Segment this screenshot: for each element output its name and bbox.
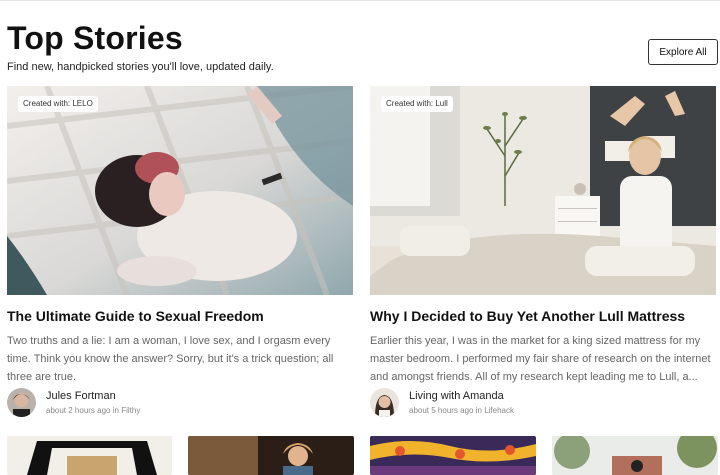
story-time: about 2 hours ago: [46, 406, 111, 415]
author-name[interactable]: Jules Fortman: [46, 390, 116, 402]
story-thumbnail[interactable]: [7, 436, 172, 475]
story-title[interactable]: The Ultimate Guide to Sexual Freedom: [7, 308, 264, 324]
page-subtitle: Find new, handpicked stories you'll love…: [7, 61, 274, 73]
story-thumbnail[interactable]: [552, 436, 718, 475]
story-title[interactable]: Why I Decided to Buy Yet Another Lull Ma…: [370, 308, 685, 324]
story-time: about 5 hours ago: [409, 406, 474, 415]
story-image[interactable]: Created with: Lull: [370, 86, 716, 295]
in-label: in: [112, 406, 119, 415]
story-meta: about 2 hours ago in Filthy: [46, 406, 140, 415]
avatar[interactable]: [7, 388, 36, 417]
story-excerpt: Earlier this year, I was in the market f…: [370, 335, 711, 383]
created-with-badge: Created with: Lull: [381, 96, 453, 112]
story-image[interactable]: Created with: LELO: [7, 86, 353, 295]
story-card[interactable]: Created with: LELO The Ultimate Guide to…: [7, 86, 353, 417]
story-excerpt: Two truths and a lie: I am a woman, I lo…: [7, 335, 334, 383]
author-name[interactable]: Living with Amanda: [409, 390, 504, 402]
story-thumbnail[interactable]: [370, 436, 536, 475]
in-label: in: [475, 406, 482, 415]
created-with-badge: Created with: LELO: [18, 96, 98, 112]
publication-link[interactable]: Filthy: [121, 406, 140, 415]
story-thumbnail[interactable]: [188, 436, 354, 475]
explore-all-button[interactable]: Explore All: [648, 39, 718, 65]
publication-link[interactable]: Lifehack: [484, 406, 514, 415]
top-divider: [0, 0, 720, 1]
story-card[interactable]: Created with: Lull Why I Decided to Buy …: [370, 86, 716, 417]
story-meta: about 5 hours ago in Lifehack: [409, 406, 514, 415]
avatar[interactable]: [370, 388, 399, 417]
page-title: Top Stories: [7, 20, 183, 56]
